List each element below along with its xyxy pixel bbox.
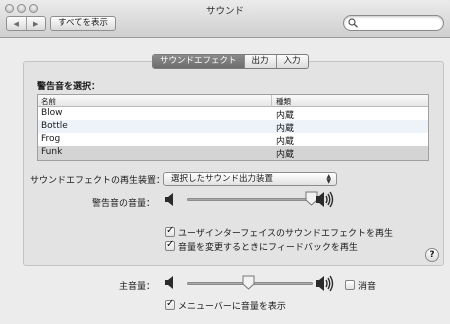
column-header-type[interactable]: 種類 [276,96,291,107]
alert-sound-table[interactable]: 名前 種類 Blow 内蔵 Bottle 内蔵 Frog 内蔵 Funk 内蔵 [37,94,429,161]
ui-sound-effects-checkbox[interactable] [165,225,175,237]
column-header-name[interactable]: 名前 [41,96,56,107]
chevron-up-down-icon: ▲ ▼ [326,173,331,185]
speaker-loud-icon [316,275,334,292]
mute-checkbox[interactable] [345,280,355,290]
volume-feedback-label: 音量を変更するときにフィードバックを再生 [178,243,358,253]
table-header: 名前 種類 [38,95,428,107]
row-name: Blow [41,108,63,118]
row-name: Funk [41,147,63,157]
playback-device-value: 選択したサウンド出力装置 [171,174,274,184]
alert-volume-slider-track[interactable] [187,198,313,201]
speaker-quiet-icon [165,276,173,289]
forward-icon[interactable]: ▶ [25,17,46,30]
table-row[interactable]: Blow 内蔵 [38,107,428,121]
table-row[interactable]: Frog 内蔵 [38,133,428,147]
show-volume-in-menubar-checkbox[interactable] [165,298,175,310]
main-volume-label: 主音量： [119,282,156,292]
row-name: Bottle [41,121,68,131]
speaker-quiet-icon [165,193,173,206]
tab-sound-effects[interactable]: サウンドエフェクト [153,55,244,68]
mute-label: 消音 [358,282,377,292]
speaker-loud-icon [316,191,334,208]
show-volume-in-menubar-label: メニューバーに音量を表示 [178,302,286,312]
table-row-selected[interactable]: Funk 内蔵 [38,146,428,160]
main-volume-slider-thumb[interactable] [242,275,255,290]
row-name: Frog [41,134,61,144]
table-row[interactable]: Bottle 内蔵 [38,120,428,134]
search-field[interactable] [343,15,444,31]
tab-input[interactable]: 入力 [275,55,308,68]
playback-device-label: サウンドエフェクトの再生装置： [30,176,166,186]
ui-sound-effects-label: ユーザインターフェイスのサウンドエフェクトを再生 [178,229,394,239]
alert-list-heading: 警告音を選択： [37,82,101,92]
alert-volume-label: 警告音の音量： [92,199,156,209]
navigation-segment: ◀ ▶ [6,16,46,31]
row-type: 内蔵 [276,150,295,160]
show-all-button[interactable]: すべてを表示 [50,16,116,31]
back-icon[interactable]: ◀ [7,17,26,30]
search-icon [348,18,358,28]
playback-device-popup[interactable]: 選択したサウンド出力装置 ▲ ▼ [163,172,337,186]
tab-output[interactable]: 出力 [243,55,276,68]
tab-bar: サウンドエフェクト 出力 入力 [152,54,309,69]
titlebar: サウンド ◀ ▶ すべてを表示 [0,0,450,38]
help-button[interactable]: ? [425,248,439,262]
volume-feedback-checkbox[interactable] [165,239,175,251]
preferences-window: サウンド ◀ ▶ すべてを表示 サウンドエフェクト 出力 入力 警告音を選択： … [0,0,450,324]
column-divider [271,95,272,107]
